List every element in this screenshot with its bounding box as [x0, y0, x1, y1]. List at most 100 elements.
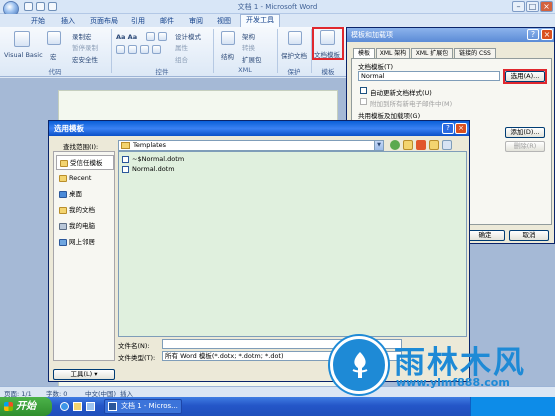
filename-label: 文件名(N):	[118, 342, 150, 350]
place-network[interactable]: 网上邻居	[56, 235, 114, 250]
taskbar-word-button[interactable]: 文档 1 - Micros...	[104, 399, 182, 414]
attach-all-label: 附加到所有新电子邮件中(M)	[370, 100, 453, 108]
auto-update-checkbox[interactable]	[360, 87, 367, 94]
tab-insert[interactable]: 插入	[58, 16, 78, 27]
place-recent[interactable]: Recent	[56, 171, 114, 186]
place-desktop[interactable]: 桌面	[56, 187, 114, 202]
dropdown-control-icon[interactable]	[116, 45, 125, 54]
close-button[interactable]: ×	[540, 1, 553, 12]
tab-xml-expansion-packs[interactable]: XML 扩展包	[411, 48, 453, 58]
structure-icon[interactable]	[221, 31, 235, 45]
place-my-computer[interactable]: 我的电脑	[56, 219, 114, 234]
delete-icon[interactable]	[416, 140, 426, 150]
transform-button[interactable]: 转换	[242, 42, 255, 52]
macro-security-button[interactable]: 宏安全性	[72, 54, 98, 64]
new-folder-icon[interactable]	[429, 140, 439, 150]
help-button[interactable]: ?	[442, 123, 454, 134]
tab-page-layout[interactable]: 页面布局	[88, 16, 120, 27]
taskbar-word-label: 文档 1 - Micros...	[121, 402, 178, 410]
dialog-title: 选用模板	[49, 121, 469, 136]
record-macro-button[interactable]: 录制宏	[72, 31, 92, 41]
structure-button[interactable]: 结构	[221, 51, 234, 61]
tab-xml-schema[interactable]: XML 架构	[376, 48, 410, 58]
group-button[interactable]: 组合	[175, 54, 188, 64]
show-desktop-icon[interactable]	[86, 402, 95, 411]
explorer-icon[interactable]	[73, 402, 82, 411]
remove-button[interactable]: 删除(R)	[505, 141, 545, 152]
tab-templates[interactable]: 模板	[353, 48, 375, 58]
look-in-label: 查找范围(I):	[63, 143, 99, 151]
tab-mailings[interactable]: 邮件	[157, 16, 177, 27]
maximize-button[interactable]: □	[526, 1, 539, 12]
folder-icon	[60, 160, 68, 167]
close-button[interactable]: ×	[541, 29, 553, 40]
group-label-protect: 保护	[287, 68, 301, 76]
combo-control-icon[interactable]	[158, 32, 167, 41]
tab-view[interactable]: 视图	[214, 16, 234, 27]
date-control-icon[interactable]	[128, 45, 137, 54]
group-label-xml: XML	[238, 66, 252, 74]
list-item[interactable]: ~$Normal.dotm	[122, 155, 184, 164]
document-template-field[interactable]: Normal	[358, 71, 500, 81]
place-trusted-templates[interactable]: 受信任模板	[56, 155, 114, 170]
chevron-down-icon: ▼	[374, 141, 383, 150]
rich-text-control-icon[interactable]: Aa Aa	[116, 33, 137, 41]
start-button[interactable]: 开始	[0, 397, 52, 416]
visual-basic-icon[interactable]	[14, 31, 30, 47]
network-icon	[59, 239, 67, 246]
place-label: 受信任模板	[70, 159, 103, 167]
back-icon[interactable]	[390, 140, 400, 150]
views-icon[interactable]	[442, 140, 452, 150]
list-item[interactable]: Normal.dotm	[122, 165, 175, 174]
shared-templates-side	[504, 123, 549, 223]
minimize-button[interactable]: –	[512, 1, 525, 12]
help-button[interactable]: ?	[527, 29, 539, 40]
document-template-icon[interactable]	[320, 30, 335, 45]
protect-document-button[interactable]: 保护文档	[281, 50, 307, 60]
file-name: Normal.dotm	[132, 165, 175, 173]
taskbar: 开始 文档 1 - Micros...	[0, 397, 555, 416]
tab-home[interactable]: 开始	[28, 16, 48, 27]
look-in-combo[interactable]: Templates ▼	[118, 140, 384, 151]
tab-linked-css[interactable]: 链接的 CSS	[454, 48, 496, 58]
system-tray	[470, 397, 555, 416]
attach-all-checkbox[interactable]	[360, 98, 367, 105]
legacy-tools-icon[interactable]	[152, 45, 161, 54]
picture-control-icon[interactable]	[146, 32, 155, 41]
watermark-logo	[330, 336, 388, 394]
place-label: Recent	[69, 174, 92, 182]
document-template-button[interactable]: 文档模板	[314, 49, 340, 59]
ok-button[interactable]: 确定	[465, 230, 505, 241]
visual-basic-button[interactable]: Visual Basic	[4, 51, 43, 59]
file-list: ~$Normal.dotm Normal.dotm	[118, 151, 467, 337]
place-label: 我的文档	[69, 206, 95, 214]
add-button[interactable]: 添加(D)...	[505, 127, 545, 138]
pause-recording-button[interactable]: 暂停录制	[72, 42, 98, 52]
macros-icon[interactable]	[47, 31, 61, 45]
up-folder-icon[interactable]	[403, 140, 413, 150]
properties-button[interactable]: 属性	[175, 42, 188, 52]
attach-button[interactable]: 选用(A)...	[505, 71, 545, 82]
shared-templates-label: 共用模板及加载项(G)	[358, 112, 421, 120]
macros-button[interactable]: 宏	[50, 51, 57, 61]
ribbon-tabs: 开始 插入 页面布局 引用 邮件 审阅 视图 开发工具	[0, 14, 555, 28]
close-button[interactable]: ×	[455, 123, 467, 134]
design-mode-button[interactable]: 设计模式	[175, 31, 201, 41]
protect-document-icon[interactable]	[288, 31, 302, 45]
schema-button[interactable]: 架构	[242, 31, 255, 41]
group-label-code: 代码	[48, 68, 62, 76]
building-block-control-icon[interactable]	[140, 45, 149, 54]
expansion-packs-button[interactable]: 扩展包	[242, 54, 262, 64]
place-label: 网上邻居	[69, 238, 95, 246]
place-my-documents[interactable]: 我的文档	[56, 203, 114, 218]
tools-button[interactable]: 工具(L) ▾	[53, 369, 115, 380]
tab-developer[interactable]: 开发工具	[240, 14, 280, 28]
chevron-down-icon: ▾	[94, 370, 98, 378]
tools-label: 工具(L)	[70, 370, 93, 378]
ie-icon[interactable]	[60, 402, 69, 411]
tab-review[interactable]: 审阅	[186, 16, 206, 27]
tab-references[interactable]: 引用	[128, 16, 148, 27]
cancel-button[interactable]: 取消	[509, 230, 549, 241]
recent-folder-icon	[59, 175, 67, 182]
auto-update-label: 自动更新文档样式(U)	[370, 89, 432, 97]
